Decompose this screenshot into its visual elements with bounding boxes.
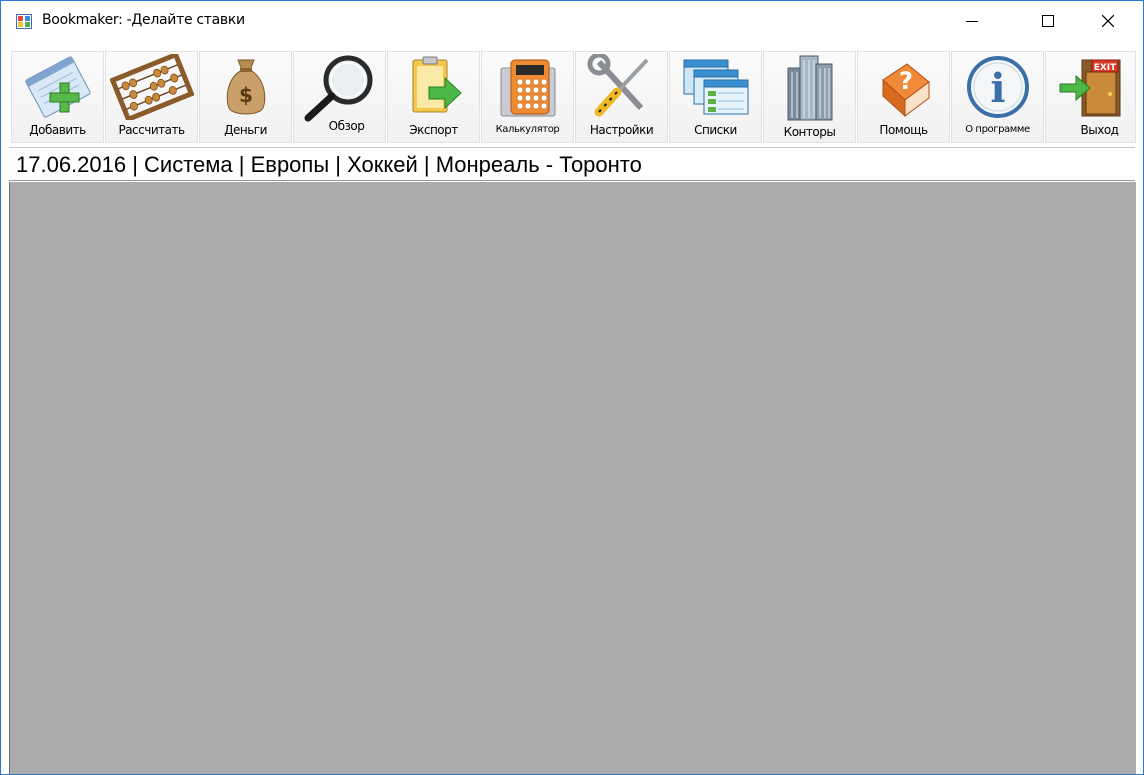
export-icon <box>412 56 462 113</box>
exit-door-icon: EXIT <box>1059 59 1120 117</box>
offices-label: Конторы <box>783 125 836 139</box>
maximize-button[interactable] <box>1025 1 1071 41</box>
abacus-icon <box>109 54 194 120</box>
settings-label: Настройки <box>589 123 654 137</box>
lists-icon <box>683 59 748 115</box>
about-button[interactable]: i О программе <box>951 51 1044 143</box>
exit-button[interactable]: EXIT Выход <box>1045 51 1136 143</box>
window-title: Bookmaker: -Делайте ставки <box>42 12 245 28</box>
money-glyph: $ <box>239 83 253 107</box>
review-label: Обзор <box>328 119 365 133</box>
calculate-label: Рассчитать <box>118 123 185 137</box>
offices-button[interactable]: Конторы <box>763 51 856 143</box>
close-button[interactable] <box>1085 1 1131 41</box>
minimize-button[interactable] <box>949 1 995 41</box>
lists-button[interactable]: Списки <box>669 51 762 143</box>
bet-info-text: 17.06.2016 | Система | Европы | Хоккей |… <box>16 152 642 177</box>
bet-info-bar: 17.06.2016 | Система | Европы | Хоккей |… <box>9 147 1135 181</box>
export-label: Экспорт <box>409 123 458 137</box>
about-glyph: i <box>990 65 1005 112</box>
magnifier-icon <box>304 55 372 122</box>
calculate-button[interactable]: Рассчитать <box>105 51 198 143</box>
help-label: Помощь <box>879 123 928 137</box>
money-bag-icon: $ <box>226 59 265 115</box>
about-label: О программе <box>965 124 1030 135</box>
title-bar[interactable]: Bookmaker: -Делайте ставки <box>1 1 1143 41</box>
tools-icon <box>587 54 648 117</box>
calculator-button[interactable]: Калькулятор <box>481 51 574 143</box>
help-glyph: ? <box>899 67 913 95</box>
content-area <box>9 182 1136 774</box>
add-button[interactable]: Добавить <box>11 51 104 143</box>
exit-sign: EXIT <box>1093 63 1116 73</box>
info-icon: i <box>966 56 1029 118</box>
help-book-icon: ? <box>881 63 930 118</box>
money-label: Деньги <box>224 123 267 137</box>
calculator-label: Калькулятор <box>495 124 560 135</box>
app-window: Bookmaker: -Делайте ставки Добавить Расс… <box>0 0 1144 775</box>
toolbar: Добавить Рассчитать $ Деньги Обзор Экспо… <box>1 49 1143 146</box>
help-button[interactable]: ? Помощь <box>857 51 950 143</box>
calculator-icon <box>500 59 555 117</box>
lists-label: Списки <box>694 123 737 137</box>
close-icon <box>1102 15 1114 27</box>
review-button[interactable]: Обзор <box>293 51 386 143</box>
buildings-icon <box>787 55 832 121</box>
add-note-icon <box>24 56 91 118</box>
money-button[interactable]: $ Деньги <box>199 51 292 143</box>
minimize-icon <box>966 21 978 22</box>
export-button[interactable]: Экспорт <box>387 51 480 143</box>
add-label: Добавить <box>29 123 86 137</box>
exit-label: Выход <box>1080 123 1119 137</box>
settings-button[interactable]: Настройки <box>575 51 668 143</box>
app-icon <box>16 14 32 29</box>
maximize-icon <box>1042 15 1054 27</box>
